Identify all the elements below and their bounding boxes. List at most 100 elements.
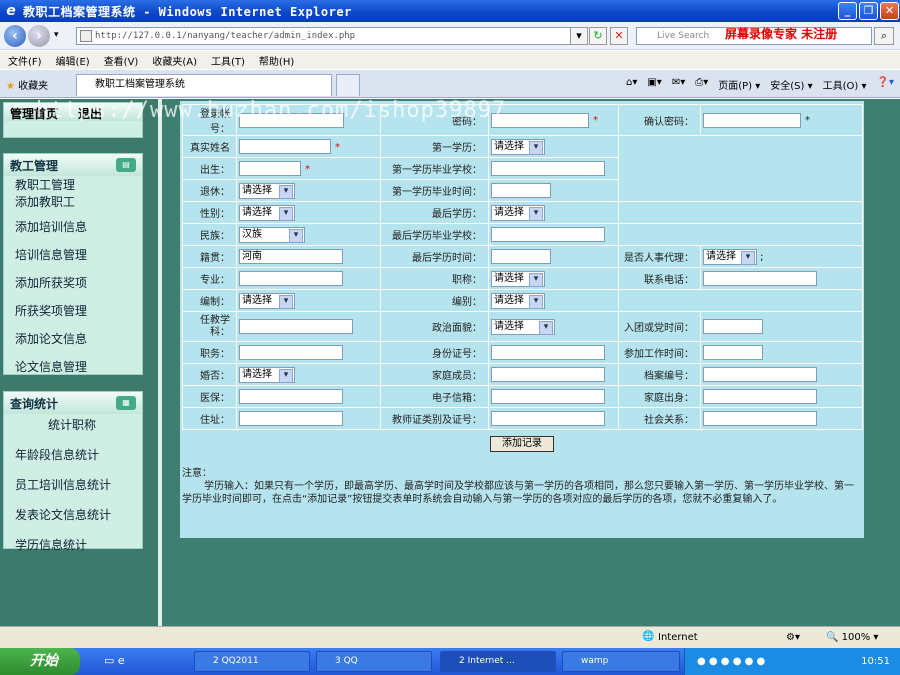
close-button[interactable]: ✕	[880, 2, 899, 20]
zoom-button[interactable]: 🔍 100% ▾	[826, 632, 878, 643]
sidebar-item-add-training[interactable]: 添加培训信息	[4, 218, 142, 235]
retired-select[interactable]: 请选择	[239, 182, 295, 199]
sidebar-item-paper-stats[interactable]: 发表论文信息统计	[4, 506, 142, 523]
quicklaunch-icons[interactable]: ▭ e	[104, 654, 125, 667]
menu-help[interactable]: 帮助(H)	[259, 53, 294, 68]
status-bar: 🌐 Internet ⚙▾ 🔍 100% ▾	[0, 626, 900, 648]
phone-input[interactable]	[703, 271, 817, 286]
sidebar-item-training-mgmt[interactable]: 培训信息管理	[4, 246, 142, 263]
mail-icon[interactable]: ✉▾	[672, 77, 685, 92]
back-button[interactable]: ‹	[4, 25, 26, 47]
help-icon[interactable]: ❓▾	[877, 77, 894, 92]
address-input[interactable]: http://127.0.0.1/nanyang/teacher/admin_i…	[76, 27, 582, 45]
stats-header: 查询统计 ▦	[4, 392, 142, 414]
protected-mode-icon[interactable]: ⚙▾	[786, 632, 800, 643]
search-input[interactable]: Live Search 屏幕录像专家 未注册	[636, 27, 872, 45]
sidebar-item-age-stats[interactable]: 年龄段信息统计	[4, 446, 142, 463]
politics-select[interactable]: 请选择	[491, 318, 555, 335]
archive-no-input[interactable]	[703, 367, 817, 382]
safety-menu[interactable]: 安全(S) ▾	[770, 77, 812, 92]
favorites-label: 收藏夹	[18, 81, 49, 92]
confirm-password-input[interactable]	[703, 112, 801, 128]
history-dropdown-icon[interactable]: ▾	[54, 30, 59, 40]
label-last-edu: 最后学历：	[380, 201, 489, 224]
menu-file[interactable]: 文件(F)	[8, 53, 42, 68]
print-icon[interactable]: ⎙▾	[695, 77, 708, 92]
tab-active[interactable]: 教职工档案管理系统	[76, 74, 332, 96]
ethnic-select[interactable]: 汉族	[239, 226, 305, 243]
search-button-icon[interactable]: ⌕	[874, 27, 894, 45]
maximize-button[interactable]: ❐	[859, 2, 878, 20]
work-time-input[interactable]	[703, 345, 763, 360]
required-mark: *	[593, 115, 598, 126]
edu1-select[interactable]: 请选择	[491, 138, 545, 155]
edu1-time-input[interactable]	[491, 183, 551, 198]
globe-icon: 🌐	[642, 631, 655, 642]
start-button[interactable]: 开始	[0, 648, 80, 675]
origin-input[interactable]	[703, 389, 817, 404]
sidebar-item-training-stats[interactable]: 员工培训信息统计	[4, 476, 142, 493]
edu1-school-input[interactable]	[491, 161, 605, 176]
menu-edit[interactable]: 编辑(E)	[56, 53, 90, 68]
position-input[interactable]	[239, 345, 343, 360]
tools-menu[interactable]: 工具(O) ▾	[823, 77, 867, 92]
birth-input[interactable]	[239, 161, 301, 176]
menu-favorites[interactable]: 收藏夹(A)	[152, 53, 197, 68]
label-major: 专业：	[182, 267, 237, 290]
sidebar-item-add-award[interactable]: 添加所获奖项	[4, 274, 142, 291]
sidebar-item-staff-mgmt[interactable]: 教职工管理	[4, 176, 142, 193]
add-record-button[interactable]: 添加记录	[490, 436, 554, 452]
home-icon[interactable]: ⌂▾	[626, 77, 637, 92]
taskbar-item-wamp[interactable]: wamp	[562, 651, 680, 672]
last-time-input[interactable]	[491, 249, 551, 264]
taskbar-item-qq[interactable]: 3 QQ	[316, 651, 432, 672]
social-input[interactable]	[703, 411, 817, 426]
family-input[interactable]	[491, 367, 605, 382]
label-category: 编别：	[380, 289, 489, 312]
sidebar-item-add-staff[interactable]: 添加教职工	[4, 193, 142, 210]
forward-button[interactable]: ›	[28, 25, 50, 47]
last-edu-select[interactable]: 请选择	[491, 204, 545, 221]
address-input-field[interactable]	[239, 411, 343, 426]
notes-body: 学历输入：如果只有一个学历，即最高学历、最高学时间及学校都应该与第一学历的各项相…	[182, 481, 854, 505]
favorites-button[interactable]: ★ 收藏夹	[6, 77, 48, 92]
feeds-icon[interactable]: ▣▾	[647, 77, 661, 92]
native-input[interactable]: 河南	[239, 249, 343, 264]
email-input[interactable]	[491, 389, 605, 404]
taskbar-item-qq2011[interactable]: 2 QQ2011	[194, 651, 310, 672]
title-select[interactable]: 请选择	[491, 270, 545, 287]
subject-input[interactable]	[239, 319, 353, 334]
category-select[interactable]: 请选择	[491, 292, 545, 309]
page-menu[interactable]: 页面(P) ▾	[718, 77, 760, 92]
insurance-input[interactable]	[239, 389, 343, 404]
minimize-button[interactable]: _	[838, 2, 857, 20]
menu-tools[interactable]: 工具(T)	[211, 53, 245, 68]
tray-icons[interactable]: ● ● ● ● ● ●	[697, 648, 765, 675]
major-input[interactable]	[239, 271, 343, 286]
sidebar-item-add-paper[interactable]: 添加论文信息	[4, 330, 142, 347]
address-dropdown-button[interactable]: ▾	[570, 27, 588, 45]
sidebar-item-education-stats[interactable]: 学历信息统计	[4, 536, 142, 553]
sidebar-item-award-mgmt[interactable]: 所获奖项管理	[4, 302, 142, 319]
label-address: 住址：	[182, 407, 237, 430]
page-icon	[80, 30, 92, 42]
sidebar-item-paper-mgmt[interactable]: 论文信息管理	[4, 358, 142, 375]
marriage-select[interactable]: 请选择	[239, 366, 295, 383]
cert-input[interactable]	[491, 411, 605, 426]
agent-select[interactable]: 请选择	[703, 248, 757, 265]
realname-input[interactable]	[239, 139, 331, 154]
sidebar-item-title-stats[interactable]: 统计职称	[4, 416, 142, 433]
refresh-button[interactable]: ↻	[589, 27, 607, 45]
label-title: 职称：	[380, 267, 489, 290]
party-time-input[interactable]	[703, 319, 763, 334]
star-icon: ★	[6, 81, 15, 92]
menu-view[interactable]: 查看(V)	[104, 53, 139, 68]
taskbar-item-ie[interactable]: 2 Internet ...	[440, 651, 556, 672]
staff-form-table: 登录帐号： 密码： * 确认密码： * 真实姓名 * 第一学历： 请选择 出生：…	[182, 104, 863, 430]
stop-button[interactable]: ✕	[610, 27, 628, 45]
last-school-input[interactable]	[491, 227, 605, 242]
staffing-select[interactable]: 请选择	[239, 292, 295, 309]
idcard-input[interactable]	[491, 345, 605, 360]
new-tab-button[interactable]	[336, 74, 360, 96]
gender-select[interactable]: 请选择	[239, 204, 295, 221]
